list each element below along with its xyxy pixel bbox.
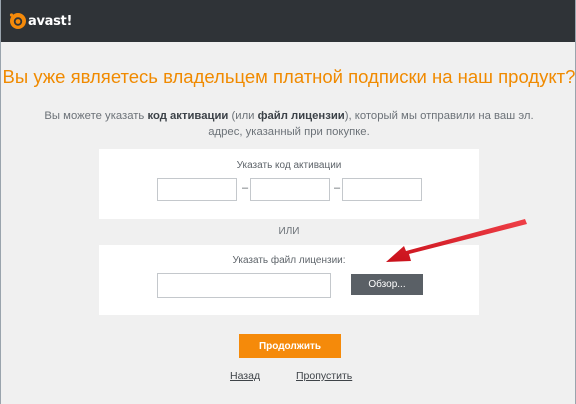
avast-logo-icon <box>9 12 27 30</box>
subtext-bold-license: файл лицензии <box>257 110 345 122</box>
continue-button[interactable]: Продолжить <box>239 334 341 358</box>
subtext-part-2: (или <box>228 110 258 122</box>
avast-logo: avast! <box>9 11 72 31</box>
license-file-label: Указать файл лицензии: <box>232 255 346 266</box>
license-file-panel: Указать файл лицензии: Обзор... <box>99 245 479 315</box>
title-bar: avast! <box>1 0 575 42</box>
activation-code-panel: Указать код активации – – <box>99 149 479 219</box>
activation-code-field-3[interactable] <box>342 178 422 201</box>
activation-code-label: Указать код активации <box>236 160 342 171</box>
subtext-bold-activation: код активации <box>147 110 229 122</box>
activation-code-field-2[interactable] <box>250 178 330 201</box>
activation-code-separator-2: – <box>334 182 341 194</box>
logo-text: avast! <box>28 13 73 29</box>
subtext-part-1: Вы можете указать <box>44 110 148 122</box>
page-subtext: Вы можете указать код активации (или фай… <box>37 108 541 140</box>
or-separator: ИЛИ <box>278 226 300 237</box>
skip-link[interactable]: Пропустить <box>296 370 352 382</box>
activation-code-separator-1: – <box>242 182 249 194</box>
license-file-input[interactable] <box>157 273 331 298</box>
browse-button[interactable]: Обзор... <box>351 274 423 295</box>
setup-window: avast! Вы уже являетесь владельцем платн… <box>0 0 576 404</box>
page-heading: Вы уже являетесь владельцем платной подп… <box>2 66 576 87</box>
activation-code-field-1[interactable] <box>157 178 237 201</box>
back-link[interactable]: Назад <box>230 370 260 382</box>
